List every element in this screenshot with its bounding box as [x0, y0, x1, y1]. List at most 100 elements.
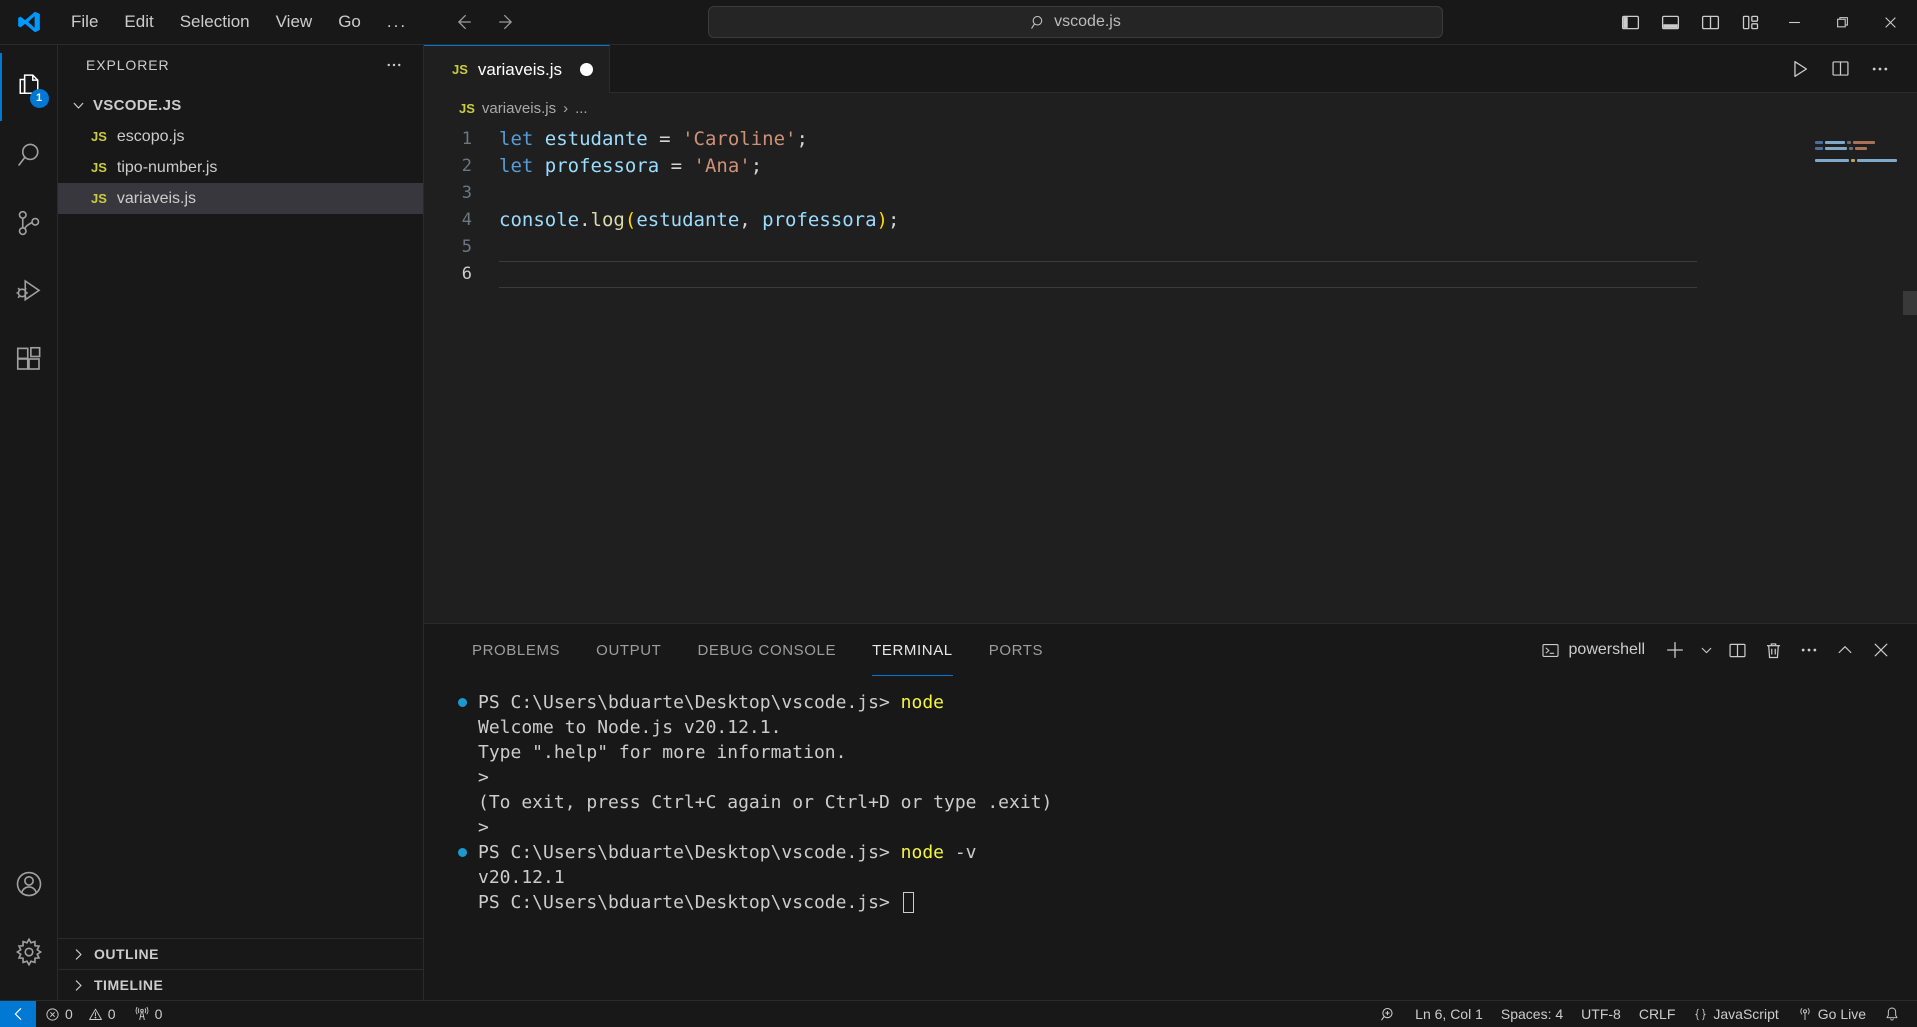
tab-label: variaveis.js [477, 59, 562, 79]
status-go-live-label: Go Live [1817, 1006, 1866, 1022]
terminal-line: Type ".help" for more information. [448, 740, 1917, 765]
minimap[interactable] [1797, 123, 1917, 623]
editor-scrollbar[interactable] [1903, 123, 1917, 623]
layout-panel-icon[interactable] [1651, 5, 1689, 39]
sidebar-item-extensions[interactable] [0, 325, 58, 393]
status-bar-left: 0 0 0 [0, 1000, 172, 1027]
terminal-line: > [448, 765, 1917, 790]
terminal-line-active: PS C:\Users\bduarte\Desktop\vscode.js> [448, 890, 1917, 915]
file-item-variaveis-js[interactable]: JS variaveis.js [58, 183, 423, 214]
error-count: 0 [65, 1006, 73, 1022]
menu-go[interactable]: Go [325, 7, 374, 37]
menu-view[interactable]: View [263, 7, 326, 37]
terminal-output[interactable]: PS C:\Users\bduarte\Desktop\vscode.js> n… [424, 676, 1917, 1000]
play-icon[interactable] [1785, 54, 1815, 84]
status-cursor-position[interactable]: Ln 6, Col 1 [1406, 1001, 1492, 1027]
breadcrumb[interactable]: JS variaveis.js › ... [424, 93, 1917, 123]
terminal-command-arg: -v [944, 842, 977, 863]
chevron-up-icon[interactable] [1829, 634, 1861, 666]
sidebar-item-run-and-debug[interactable] [0, 257, 58, 325]
tab-output[interactable]: OUTPUT [578, 624, 679, 676]
chevron-down-icon[interactable] [1695, 634, 1717, 666]
tab-variaveis-js[interactable]: JS variaveis.js [424, 45, 610, 93]
titlebar-right-controls [1611, 0, 1917, 45]
activity-bar-bottom [0, 850, 58, 1000]
breadcrumb-separator: › [563, 99, 569, 117]
sidebar-section-timeline[interactable]: TIMELINE [58, 969, 423, 1000]
breadcrumb-file[interactable]: variaveis.js [482, 100, 556, 117]
code-line: 4 console. log(estudante, professora); [424, 207, 1797, 234]
close-button[interactable] [1867, 0, 1913, 45]
file-item-label: escopo.js [116, 127, 185, 145]
ellipsis-icon[interactable] [1865, 54, 1895, 84]
status-ports[interactable]: 0 [125, 1001, 172, 1027]
status-encoding[interactable]: UTF-8 [1572, 1001, 1630, 1027]
tab-terminal[interactable]: TERMINAL [854, 624, 971, 676]
sidebar-more-actions-button[interactable] [385, 56, 403, 74]
status-go-live[interactable]: Go Live [1788, 1001, 1875, 1027]
terminal-command: node [900, 692, 944, 713]
code-line-content: let professora = 'Ana'; [499, 155, 763, 177]
code-line: 5 [424, 234, 1797, 261]
terminal-text: > [478, 767, 489, 788]
layout-sidebar-left-icon[interactable] [1611, 5, 1649, 39]
terminal-command: node [900, 842, 944, 863]
zoom-in-icon[interactable] [1371, 1001, 1406, 1027]
tab-ports[interactable]: PORTS [971, 624, 1061, 676]
status-indentation[interactable]: Spaces: 4 [1492, 1001, 1572, 1027]
sidebar-header: EXPLORER [58, 45, 423, 85]
remote-window-icon[interactable] [0, 1000, 36, 1027]
radio-tower-icon [134, 1006, 150, 1022]
split-editor-icon[interactable] [1825, 54, 1855, 84]
gear-icon[interactable] [0, 918, 58, 986]
close-icon[interactable] [1865, 634, 1897, 666]
sidebar-item-search[interactable] [0, 121, 58, 189]
tab-debug-console[interactable]: DEBUG CONSOLE [679, 624, 854, 676]
layout-sidebar-right-icon[interactable] [1691, 5, 1729, 39]
menu-selection[interactable]: Selection [167, 7, 263, 37]
sidebar-section-label: TIMELINE [94, 977, 164, 993]
navigation-buttons [450, 9, 520, 35]
sidebar-section-label: OUTLINE [94, 946, 159, 962]
activity-bar: 1 [0, 45, 58, 1000]
terminal-tab-powershell[interactable]: powershell [1541, 641, 1645, 660]
status-eol[interactable]: CRLF [1630, 1001, 1685, 1027]
account-icon[interactable] [0, 850, 58, 918]
command-center-search[interactable]: vscode.js [708, 6, 1444, 38]
file-item-escopo-js[interactable]: JS escopo.js [58, 121, 423, 152]
editor-scrollbar-slider[interactable] [1903, 291, 1917, 315]
file-item-tipo-number-js[interactable]: JS tipo-number.js [58, 152, 423, 183]
status-language-label: JavaScript [1713, 1006, 1779, 1022]
folder-root-vscode-js[interactable]: VSCODE.JS [58, 89, 423, 121]
workbench-body: 1 EXPLORER VSCODE.JS JS escopo.js JS tip… [0, 45, 1917, 1000]
tab-dirty-indicator[interactable] [580, 63, 593, 76]
code-editor[interactable]: 1 let estudante = 'Caroline'; 2 let prof… [424, 123, 1797, 623]
terminal-prompt: PS C:\Users\bduarte\Desktop\vscode.js> [478, 842, 901, 863]
file-item-label: variaveis.js [116, 189, 197, 207]
trash-icon[interactable] [1757, 634, 1789, 666]
js-file-icon: JS [91, 160, 107, 175]
ellipsis-icon[interactable] [1793, 634, 1825, 666]
panel-actions: powershell [1541, 624, 1917, 676]
menu-file[interactable]: File [58, 7, 111, 37]
layout-customize-icon[interactable] [1731, 5, 1769, 39]
bell-icon[interactable] [1875, 1001, 1909, 1027]
status-problems[interactable]: 0 0 [36, 1001, 125, 1027]
sidebar-section-outline[interactable]: OUTLINE [58, 938, 423, 969]
sidebar-item-explorer[interactable]: 1 [0, 53, 58, 121]
status-bar: 0 0 0 Ln 6, Col 1 Spaces: 4 UTF-8 CRLF J… [0, 1000, 1917, 1027]
status-language-mode[interactable]: JavaScript [1684, 1001, 1787, 1027]
breadcrumb-more[interactable]: ... [575, 100, 588, 117]
plus-icon[interactable] [1659, 634, 1691, 666]
maximize-button[interactable] [1819, 0, 1865, 45]
minimize-button[interactable] [1771, 0, 1817, 45]
menu-more[interactable]: ... [374, 7, 420, 37]
split-icon[interactable] [1721, 634, 1753, 666]
line-number: 6 [461, 264, 472, 284]
explorer-badge-count: 1 [29, 89, 49, 108]
menu-edit[interactable]: Edit [111, 7, 166, 37]
sidebar-item-source-control[interactable] [0, 189, 58, 257]
arrow-left-icon[interactable] [450, 9, 476, 35]
arrow-right-icon[interactable] [494, 9, 520, 35]
tab-problems[interactable]: PROBLEMS [454, 624, 578, 676]
